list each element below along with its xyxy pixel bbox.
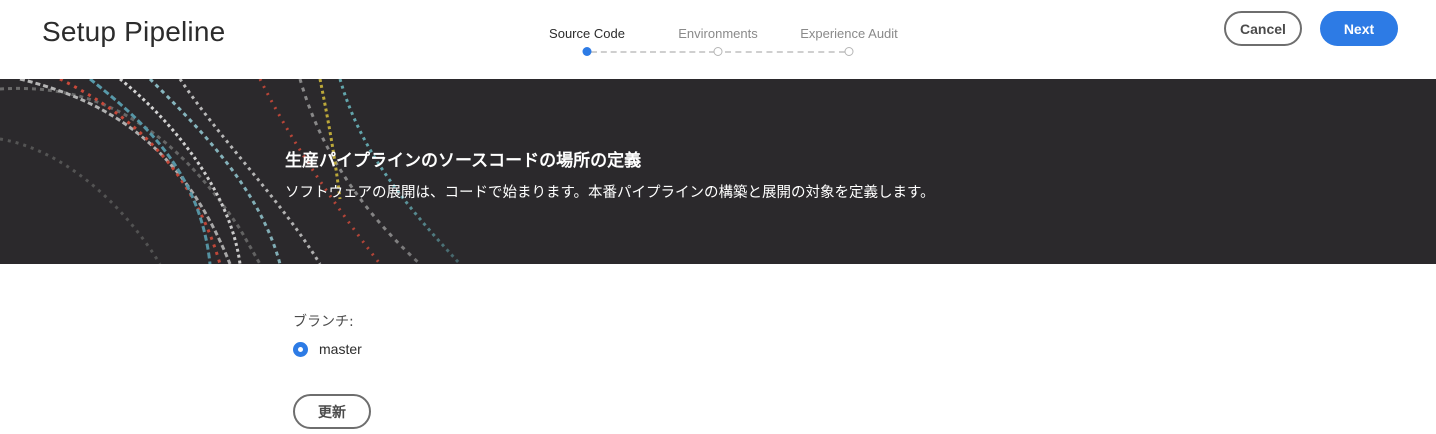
branch-option-label: master — [319, 341, 362, 357]
radio-selected-icon[interactable] — [293, 341, 308, 357]
page-title: Setup Pipeline — [42, 16, 226, 47]
step-environments-label: Environments — [678, 26, 758, 41]
page-header: Setup Pipeline Source Code Environments … — [0, 0, 1436, 79]
step-connector — [591, 51, 715, 53]
step-source-code-label: Source Code — [549, 26, 625, 41]
step-experience-audit-dot — [844, 47, 854, 56]
banner-description: ソフトウェアの展開は、コードで始まります。本番パイプラインの構築と展開の対象を定… — [285, 185, 935, 201]
progress-stepper: Source Code Environments Experience Audi… — [520, 24, 920, 64]
banner-background-art — [0, 79, 520, 264]
refresh-button[interactable]: 更新 — [293, 394, 371, 429]
hero-banner: 生産パイプラインのソースコードの場所の定義 ソフトウェアの展開は、コードで始まり… — [0, 79, 1436, 264]
banner-title: 生産パイプラインのソースコードの場所の定義 — [285, 151, 642, 171]
step-experience-audit-label: Experience Audit — [800, 26, 898, 41]
cancel-button[interactable]: Cancel — [1224, 11, 1302, 46]
branch-label: ブランチ: — [293, 314, 354, 330]
step-environments-dot — [713, 47, 723, 56]
next-button[interactable]: Next — [1320, 11, 1398, 46]
branch-option-master[interactable]: master — [293, 340, 362, 358]
step-source-code-dot — [582, 47, 592, 56]
step-connector — [725, 51, 845, 53]
